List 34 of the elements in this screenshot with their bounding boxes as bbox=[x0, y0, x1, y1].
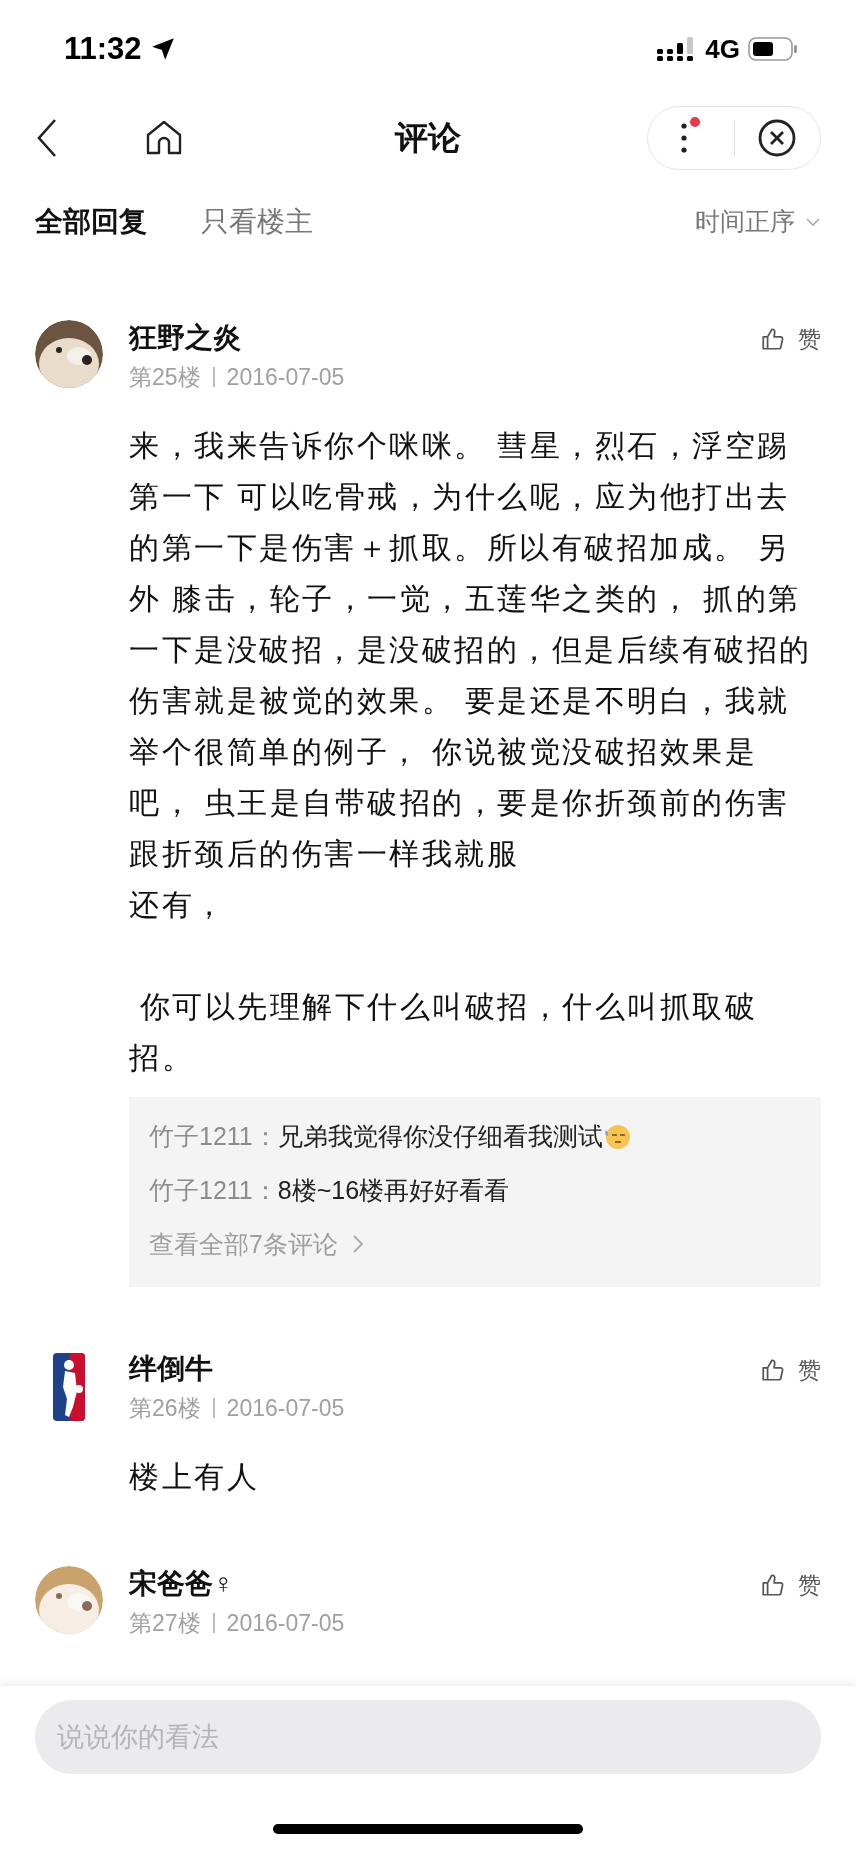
close-icon bbox=[757, 118, 798, 158]
thumbs-up-icon bbox=[760, 1572, 786, 1599]
filter-tab[interactable]: 全部回复 bbox=[35, 201, 147, 243]
reply-text: 兄弟我觉得你没仔细看我测试 bbox=[277, 1121, 603, 1152]
back-icon bbox=[35, 118, 59, 158]
comment-text: 你可以先理解下什么叫破招，什么叫抓取破招。 bbox=[129, 989, 759, 1076]
thumbs-up-icon bbox=[760, 1357, 786, 1384]
like-button[interactable]: 赞 bbox=[760, 320, 821, 357]
post-date: 2016-07-05 bbox=[226, 363, 345, 392]
floor-number: 第27楼 bbox=[129, 1609, 201, 1638]
like-button[interactable]: 赞 bbox=[760, 1566, 821, 1603]
username[interactable]: 绊倒牛 bbox=[129, 1351, 345, 1387]
chevron-down-icon bbox=[805, 217, 821, 227]
username[interactable]: 狂野之炎 bbox=[129, 320, 345, 356]
sort-dropdown[interactable]: 时间正序 bbox=[695, 203, 821, 241]
chevron-right-icon bbox=[351, 1234, 364, 1254]
clock-time: 11:32 bbox=[64, 29, 142, 68]
thumbs-up-icon bbox=[760, 326, 786, 353]
emoji-icon bbox=[602, 1122, 631, 1150]
username[interactable]: 宋爸爸♀ bbox=[129, 1566, 345, 1602]
floor-number: 第25楼 bbox=[129, 363, 201, 392]
floor-number: 第26楼 bbox=[129, 1394, 201, 1423]
page-title: 评论 bbox=[395, 118, 461, 159]
battery-icon bbox=[748, 36, 798, 62]
network-type: 4G bbox=[705, 32, 740, 66]
post-date: 2016-07-05 bbox=[226, 1394, 345, 1423]
filter-tab[interactable]: 只看楼主 bbox=[201, 201, 313, 243]
comment-text: 楼上有人 bbox=[129, 1459, 260, 1495]
home-icon bbox=[145, 119, 183, 157]
reply-text: 8楼~16楼再好好看看 bbox=[277, 1175, 510, 1206]
comment-text: 来，我来告诉你个咪咪。 彗星，烈石，浮空踢第一下 可以吃骨戒，为什么呢，应为他打出去的第一下是伤害＋抓取。所以有破招加成。 另外 膝击，轮子，一觉，五莲华之类的， 抓的第一下是没破招，是没破招的，但是后续有破招的伤害就是被觉的效果。 要是还是不明白，我就举个很简单的例子， 你说被觉没破招效果是吧， 虫王是自带破招的，要是你折颈前的伤害跟折颈后的伤害一样我就服 bbox=[129, 428, 813, 872]
like-button[interactable]: 赞 bbox=[760, 1351, 821, 1388]
comment-text: 还有， bbox=[129, 887, 228, 923]
post-date: 2016-07-05 bbox=[226, 1609, 345, 1638]
